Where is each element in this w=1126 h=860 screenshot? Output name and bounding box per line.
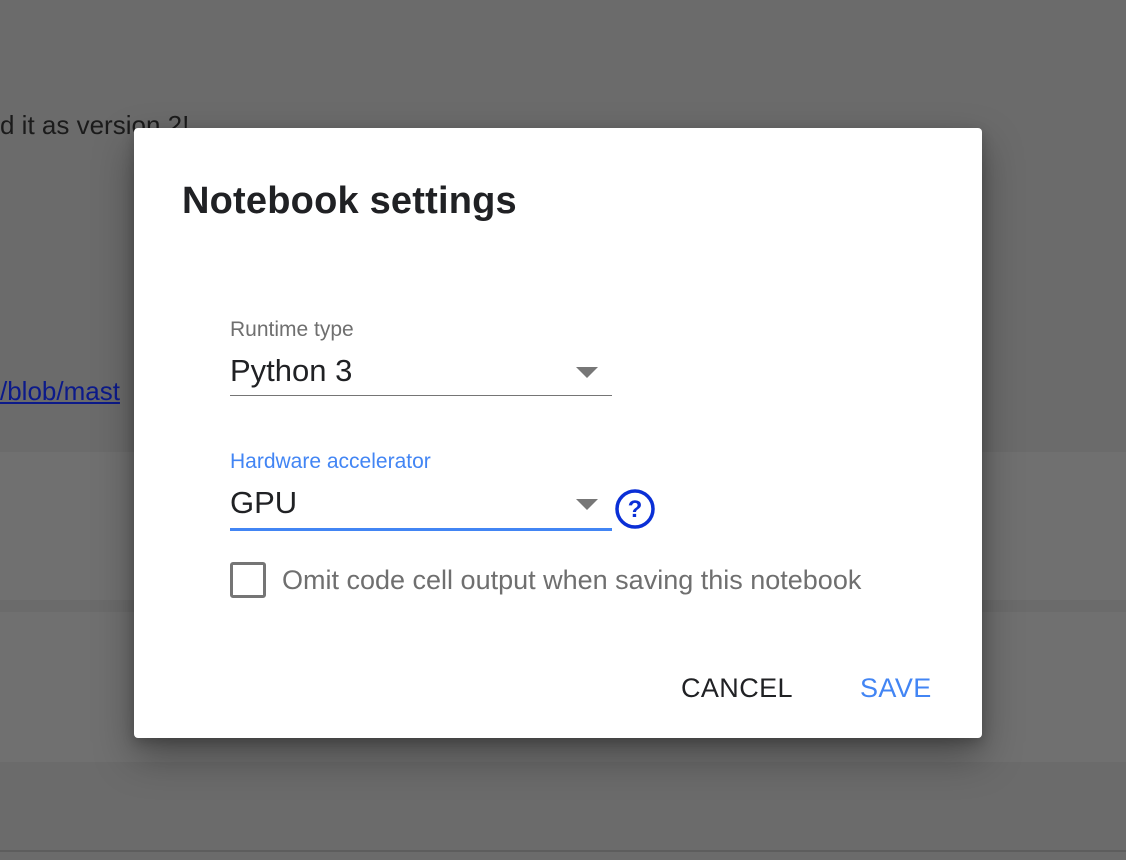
dropdown-arrow-icon [576,367,598,378]
background-link: /blob/mast [0,376,120,406]
dialog-title: Notebook settings [182,180,517,222]
runtime-type-select[interactable]: Python 3 [230,344,612,396]
save-button[interactable]: SAVE [860,668,932,708]
help-circle-icon[interactable]: ? [614,488,656,530]
runtime-type-label: Runtime type [230,318,354,341]
hardware-accelerator-select[interactable]: GPU [230,476,612,531]
dropdown-arrow-icon [576,499,598,510]
hardware-accelerator-label: Hardware accelerator [230,450,431,473]
omit-output-label: Omit code cell output when saving this n… [282,564,862,595]
cancel-button[interactable]: CANCEL [681,668,793,708]
background-divider [0,850,1126,852]
omit-output-checkbox[interactable] [230,562,266,598]
runtime-type-field: Runtime type Python 3 [230,316,612,396]
runtime-type-value: Python 3 [230,353,353,388]
svg-text:?: ? [628,496,643,523]
hardware-accelerator-field: Hardware accelerator GPU [230,448,612,531]
hardware-accelerator-value: GPU [230,485,298,520]
omit-output-option[interactable]: Omit code cell output when saving this n… [230,562,861,598]
notebook-settings-dialog: Notebook settings Runtime type Python 3 … [134,128,982,738]
